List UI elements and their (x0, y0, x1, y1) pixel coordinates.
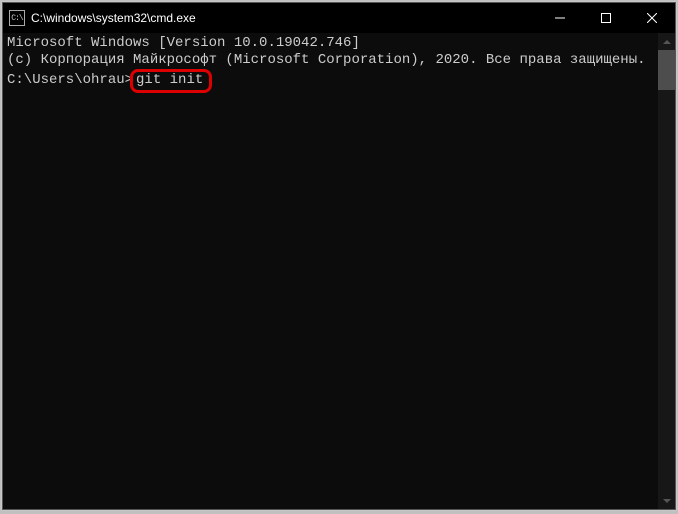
window-title: C:\windows\system32\cmd.exe (31, 11, 537, 25)
scroll-track[interactable] (658, 50, 675, 492)
output-line: Microsoft Windows [Version 10.0.19042.74… (7, 35, 654, 52)
scroll-down-button[interactable] (658, 492, 675, 509)
output-line: (c) Корпорация Майкрософт (Microsoft Cor… (7, 52, 654, 69)
titlebar[interactable]: C:\ C:\windows\system32\cmd.exe (3, 3, 675, 33)
scroll-thumb[interactable] (658, 50, 675, 90)
terminal-content[interactable]: Microsoft Windows [Version 10.0.19042.74… (3, 33, 658, 509)
prompt-text: C:\Users\ohrau> (7, 72, 133, 88)
scroll-up-button[interactable] (658, 33, 675, 50)
window-controls (537, 3, 675, 33)
maximize-button[interactable] (583, 3, 629, 33)
terminal-area: Microsoft Windows [Version 10.0.19042.74… (3, 33, 675, 509)
scrollbar[interactable] (658, 33, 675, 509)
minimize-button[interactable] (537, 3, 583, 33)
command-text: git init (136, 72, 203, 88)
command-highlight: git init (130, 69, 212, 93)
cmd-icon: C:\ (9, 10, 25, 26)
cmd-window: C:\ C:\windows\system32\cmd.exe Microsof… (2, 2, 676, 510)
close-button[interactable] (629, 3, 675, 33)
prompt-line: C:\Users\ohrau>git init (7, 69, 654, 93)
